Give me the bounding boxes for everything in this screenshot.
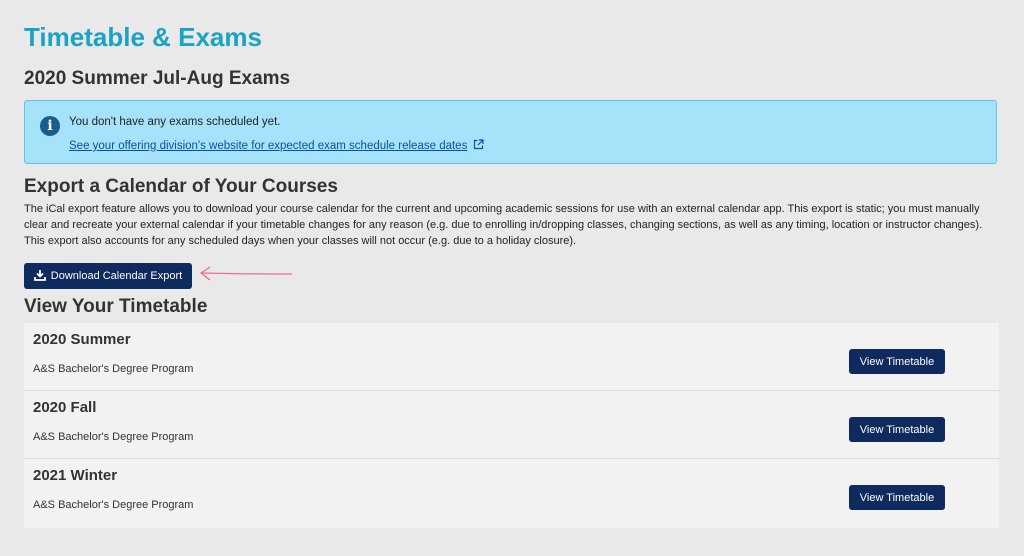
exam-notice-box: i You don't have any exams scheduled yet… [24, 100, 997, 164]
download-calendar-export-label: Download Calendar Export [50, 270, 183, 282]
exam-schedule-link-label: See your offering division's website for… [69, 140, 468, 152]
download-calendar-export-button[interactable]: Download Calendar Export [24, 263, 192, 289]
view-timetable-button[interactable]: View Timetable [849, 485, 945, 510]
view-timetable-button[interactable]: View Timetable [849, 417, 945, 442]
info-circle-icon: i [40, 116, 60, 136]
program-name: A&S Bachelor's Degree Program [33, 499, 194, 511]
page-title: Timetable & Exams [24, 22, 262, 52]
view-timetable-heading: View Your Timetable [24, 296, 208, 317]
timetable-list: 2020 Summer A&S Bachelor's Degree Progra… [24, 323, 999, 528]
exams-heading: 2020 Summer Jul-Aug Exams [24, 68, 291, 89]
session-name: 2021 Winter [33, 467, 118, 484]
view-timetable-button[interactable]: View Timetable [849, 349, 945, 374]
timetable-row: 2020 Fall A&S Bachelor's Degree Program … [24, 391, 999, 459]
download-icon [33, 269, 46, 284]
export-description: The iCal export feature allows you to do… [24, 203, 983, 247]
external-link-icon [473, 139, 484, 153]
exam-schedule-link[interactable]: See your offering division's website for… [69, 139, 484, 153]
session-name: 2020 Summer [33, 331, 131, 348]
session-name: 2020 Fall [33, 399, 97, 416]
timetable-row: 2020 Summer A&S Bachelor's Degree Progra… [24, 323, 999, 391]
program-name: A&S Bachelor's Degree Program [33, 363, 194, 375]
program-name: A&S Bachelor's Degree Program [33, 431, 194, 443]
exam-notice-text: You don't have any exams scheduled yet. [69, 116, 281, 128]
export-heading: Export a Calendar of Your Courses [24, 176, 338, 197]
annotation-arrow-icon [199, 266, 293, 281]
timetable-row: 2021 Winter A&S Bachelor's Degree Progra… [24, 459, 999, 527]
